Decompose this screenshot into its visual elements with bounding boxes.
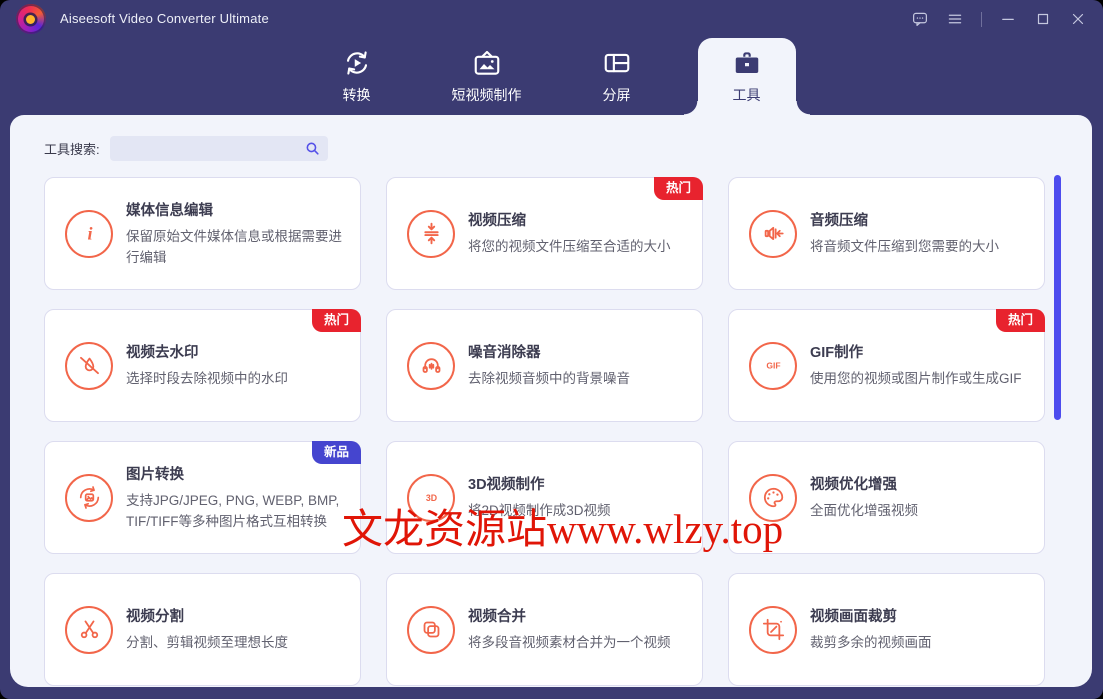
card-title: 媒体信息编辑 <box>126 203 213 220</box>
card-desc: 将多段音视频素材合并为一个视频 <box>468 635 671 651</box>
tool-card-video-split[interactable]: 视频分割分割、剪辑视频至理想长度 <box>44 573 361 686</box>
image-convert-icon <box>65 473 113 522</box>
short-video-icon <box>472 48 502 78</box>
card-badge: 热门 <box>995 309 1045 332</box>
split-screen-icon <box>602 48 632 78</box>
search-row: 工具搜索: <box>44 136 328 161</box>
card-title: 图片转换 <box>126 467 184 484</box>
info-icon: i <box>65 209 113 258</box>
tools-icon <box>732 48 762 78</box>
tool-card-noise-remover[interactable]: 噪音消除器去除视频音频中的背景噪音 <box>386 309 703 422</box>
card-desc: 将您的视频文件压缩至合适的大小 <box>468 239 671 255</box>
card-desc: 去除视频音频中的背景噪音 <box>468 371 630 387</box>
tool-card-image-convert[interactable]: 新品图片转换支持JPG/JPEG, PNG, WEBP, BMP, TIF/TI… <box>44 441 361 554</box>
card-title: 噪音消除器 <box>468 345 541 362</box>
feedback-icon[interactable] <box>911 10 929 28</box>
enhance-icon <box>749 473 797 522</box>
card-text: 媒体信息编辑保留原始文件媒体信息或根据需要进行编辑 <box>126 199 344 268</box>
convert-icon <box>342 48 372 78</box>
tab-split-screen[interactable]: 分屏 <box>568 38 666 115</box>
card-title: 视频合并 <box>468 609 526 626</box>
card-title: 3D视频制作 <box>468 477 545 494</box>
noise-remover-icon <box>407 341 455 390</box>
window-controls <box>911 9 1087 29</box>
gif-icon: GIF <box>749 341 797 390</box>
tool-card-video-enhance[interactable]: 视频优化增强全面优化增强视频 <box>728 441 1045 554</box>
card-text: 噪音消除器去除视频音频中的背景噪音 <box>468 341 686 389</box>
minimize-icon[interactable] <box>999 10 1017 28</box>
card-text: 图片转换支持JPG/JPEG, PNG, WEBP, BMP, TIF/TIFF… <box>126 463 344 532</box>
tab-short-video[interactable]: 短视频制作 <box>438 38 536 115</box>
scrollbar-thumb[interactable] <box>1054 175 1061 420</box>
card-badge: 热门 <box>311 309 361 332</box>
tool-card-video-compress[interactable]: 热门视频压缩将您的视频文件压缩至合适的大小 <box>386 177 703 290</box>
tab-label: 转换 <box>342 87 371 103</box>
card-title: 音频压缩 <box>810 213 868 230</box>
app-logo-icon <box>16 4 46 34</box>
card-text: 视频去水印选择时段去除视频中的水印 <box>126 341 344 389</box>
svg-text:i: i <box>87 224 92 244</box>
tool-card-audio-compress[interactable]: 音频压缩将音频文件压缩到您需要的大小 <box>728 177 1045 290</box>
app-window: Aiseesoft Video Converter Ultimate 转换 短视频… <box>0 0 1103 699</box>
watermark-remove-icon <box>65 341 113 390</box>
title-bar: Aiseesoft Video Converter Ultimate <box>0 0 1103 38</box>
search-input[interactable] <box>109 136 328 161</box>
card-desc: 将2D视频制作成3D视频 <box>468 503 611 519</box>
tab-bar: 转换 短视频制作 分屏 工具 <box>0 38 1103 115</box>
card-title: 视频压缩 <box>468 213 526 230</box>
card-title: 视频分割 <box>126 609 184 626</box>
card-text: 视频分割分割、剪辑视频至理想长度 <box>126 605 344 653</box>
card-badge: 热门 <box>653 177 703 200</box>
tab-label: 工具 <box>732 87 761 103</box>
three-d-icon: 3D <box>407 473 455 522</box>
card-desc: 将音频文件压缩到您需要的大小 <box>810 239 999 255</box>
tab-label: 分屏 <box>602 87 631 103</box>
maximize-icon[interactable] <box>1034 10 1052 28</box>
compress-icon <box>407 209 455 258</box>
content-panel: 工具搜索: i 媒体信息编辑 保留原始文件媒体信息或根据需要进行编辑 热门 视频压缩 将您… <box>10 115 1092 687</box>
card-desc: 裁剪多余的视频画面 <box>810 635 932 651</box>
search-box <box>109 136 328 161</box>
card-title: GIF制作 <box>810 345 864 362</box>
search-label: 工具搜索: <box>44 142 100 157</box>
titlebar-separator <box>981 11 982 27</box>
tool-card-video-merge[interactable]: 视频合并将多段音视频素材合并为一个视频 <box>386 573 703 686</box>
audio-compress-icon <box>749 209 797 258</box>
card-desc: 使用您的视频或图片制作或生成GIF <box>810 371 1022 387</box>
tab-tools[interactable]: 工具 <box>683 38 810 115</box>
tool-card-gif-maker[interactable]: 热门 GIF GIF制作使用您的视频或图片制作或生成GIF <box>728 309 1045 422</box>
svg-text:GIF: GIF <box>766 361 780 371</box>
card-desc: 保留原始文件媒体信息或根据需要进行编辑 <box>126 229 342 265</box>
card-title: 视频去水印 <box>126 345 199 362</box>
card-desc: 全面优化增强视频 <box>810 503 918 519</box>
tool-card-video-crop[interactable]: 视频画面裁剪裁剪多余的视频画面 <box>728 573 1045 686</box>
app-title: Aiseesoft Video Converter Ultimate <box>60 11 269 26</box>
card-text: 视频优化增强全面优化增强视频 <box>810 473 1028 521</box>
menu-icon[interactable] <box>946 10 964 28</box>
split-icon <box>65 605 113 654</box>
card-text: 视频画面裁剪裁剪多余的视频画面 <box>810 605 1028 653</box>
card-text: 视频合并将多段音视频素材合并为一个视频 <box>468 605 686 653</box>
tool-card-watermark-remove[interactable]: 热门视频去水印选择时段去除视频中的水印 <box>44 309 361 422</box>
card-text: 音频压缩将音频文件压缩到您需要的大小 <box>810 209 1028 257</box>
card-title: 视频画面裁剪 <box>810 609 897 626</box>
close-icon[interactable] <box>1069 10 1087 28</box>
tab-convert[interactable]: 转换 <box>308 38 406 115</box>
tool-card-3d-video-maker[interactable]: 3D 3D视频制作将2D视频制作成3D视频 <box>386 441 703 554</box>
card-text: 3D视频制作将2D视频制作成3D视频 <box>468 473 686 521</box>
tool-card-media-info-edit[interactable]: i 媒体信息编辑保留原始文件媒体信息或根据需要进行编辑 <box>44 177 361 290</box>
card-desc: 分割、剪辑视频至理想长度 <box>126 635 288 651</box>
crop-icon <box>749 605 797 654</box>
svg-text:3D: 3D <box>425 493 436 503</box>
search-icon[interactable] <box>304 140 321 157</box>
card-text: GIF制作使用您的视频或图片制作或生成GIF <box>810 341 1028 389</box>
card-desc: 选择时段去除视频中的水印 <box>126 371 288 387</box>
tools-grid: i 媒体信息编辑 保留原始文件媒体信息或根据需要进行编辑 热门 视频压缩 将您的视频文件压… <box>44 177 1045 686</box>
card-badge: 新品 <box>311 441 361 464</box>
card-desc: 支持JPG/JPEG, PNG, WEBP, BMP, TIF/TIFF等多种图… <box>126 493 340 529</box>
card-text: 视频压缩将您的视频文件压缩至合适的大小 <box>468 209 686 257</box>
merge-icon <box>407 605 455 654</box>
card-title: 视频优化增强 <box>810 477 897 494</box>
tab-label: 短视频制作 <box>451 87 522 103</box>
